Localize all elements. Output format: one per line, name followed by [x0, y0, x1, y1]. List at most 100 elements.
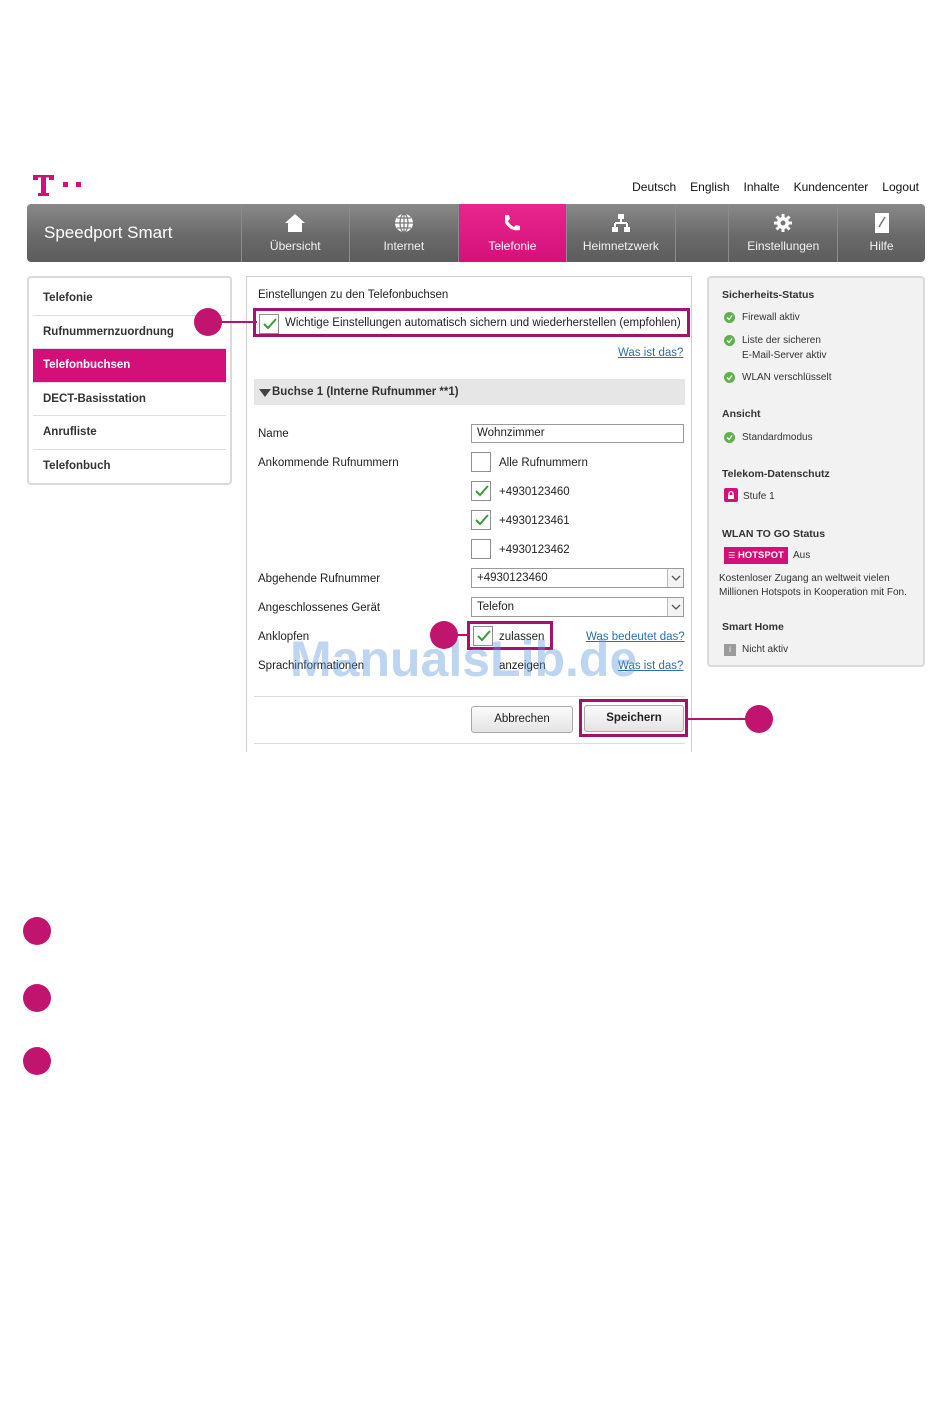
- mailserver-status-line1: Liste der sicheren: [742, 335, 821, 346]
- section-title: Buchse 1 (Interne Rufnummer **1): [272, 386, 459, 398]
- chevron-down-icon: [667, 598, 683, 616]
- link-inhalte[interactable]: Inhalte: [744, 180, 780, 194]
- voice-info-help-link[interactable]: Was ist das?: [618, 660, 683, 672]
- sidebar-item-dect-basisstation[interactable]: DECT-Basisstation: [33, 383, 226, 416]
- checkmark-icon: [477, 630, 491, 642]
- link-logout[interactable]: Logout: [882, 180, 919, 194]
- nav-label: Internet: [383, 239, 425, 253]
- privacy-heading: Telekom-Datenschutz: [722, 468, 830, 480]
- call-waiting-checkbox[interactable]: [473, 626, 493, 646]
- device-label: Angeschlossenes Gerät: [258, 602, 381, 614]
- call-waiting-option: zulassen: [499, 631, 545, 643]
- help-book-icon: [874, 213, 889, 233]
- hotspot-description-line1: Kostenloser Zugang an weltweit vielen: [719, 573, 890, 584]
- settings-panel: Einstellungen zu den Telefonbuchsen Wich…: [246, 276, 692, 752]
- link-kundencenter[interactable]: Kundencenter: [794, 180, 869, 194]
- callout-bullet-3: [745, 705, 773, 733]
- legend-bullet-3: [23, 1047, 51, 1075]
- callout-bullet-1: [194, 308, 222, 336]
- view-mode[interactable]: Standardmodus: [742, 430, 813, 445]
- incoming-number-2-checkbox[interactable]: [471, 510, 491, 530]
- call-waiting-help-link[interactable]: Was bedeutet das?: [586, 631, 685, 643]
- incoming-option-label: +4930123461: [499, 515, 570, 527]
- name-label: Name: [258, 428, 289, 440]
- gear-icon: [774, 214, 793, 232]
- nav-hilfe[interactable]: Hilfe: [838, 204, 925, 262]
- privacy-level[interactable]: Stufe 1: [743, 489, 775, 504]
- link-deutsch[interactable]: Deutsch: [632, 180, 676, 194]
- smart-home-state: Nicht aktiv: [742, 644, 789, 655]
- divider: [254, 696, 685, 697]
- telekom-logo: [33, 175, 81, 196]
- nav-label: Hilfe: [869, 239, 894, 253]
- outgoing-label: Abgehende Rufnummer: [258, 573, 381, 585]
- select-value: +4930123460: [477, 572, 548, 584]
- nav-spacer: [676, 204, 730, 262]
- checkmark-icon: [263, 318, 277, 330]
- wifi-icon: ☰: [728, 551, 736, 560]
- voice-info-option: anzeigen: [499, 660, 546, 672]
- nav-internet[interactable]: Internet: [350, 204, 459, 262]
- device-select[interactable]: Telefon: [471, 597, 684, 617]
- privacy-lock-icon: [724, 488, 738, 502]
- callout-line: [687, 718, 747, 720]
- incoming-number-3-checkbox[interactable]: [471, 539, 491, 559]
- smart-home-icon: i: [724, 644, 736, 656]
- callout-bullet-2: [430, 621, 458, 649]
- incoming-number-1-checkbox[interactable]: [471, 481, 491, 501]
- top-links: Deutsch English Inhalte Kundencenter Log…: [632, 180, 919, 194]
- phone-icon: [505, 215, 521, 231]
- nav-label: Telefonie: [488, 239, 537, 253]
- main-navigation: Speedport Smart Übersicht Internet Telef…: [27, 204, 925, 262]
- smart-home-heading: Smart Home: [722, 621, 784, 633]
- nav-label: Heimnetzwerk: [582, 239, 659, 253]
- divider: [254, 743, 685, 744]
- nav-einstellungen[interactable]: Einstellungen: [729, 204, 839, 262]
- sidebar-item-telefonbuchsen[interactable]: Telefonbuchsen: [33, 349, 226, 383]
- home-icon: [285, 214, 306, 232]
- status-ok-icon: [724, 335, 735, 346]
- sidebar-menu: Telefonie Rufnummernzuordnung Telefonbuc…: [27, 276, 232, 485]
- status-ok-icon: [724, 432, 735, 443]
- outgoing-number-select[interactable]: +4930123460: [471, 568, 684, 588]
- security-status-heading: Sicherheits-Status: [722, 289, 815, 301]
- save-button[interactable]: Speichern: [584, 705, 684, 732]
- nav-label: Einstellungen: [747, 239, 820, 253]
- sidebar-item-anrufliste[interactable]: Anrufliste: [33, 416, 226, 450]
- incoming-all-checkbox[interactable]: [471, 452, 491, 472]
- call-waiting-label: Anklopfen: [258, 631, 310, 643]
- status-ok-icon: [724, 372, 735, 383]
- section-header-buchse-1[interactable]: Buchse 1 (Interne Rufnummer **1): [254, 379, 685, 405]
- help-link[interactable]: Was ist das?: [618, 347, 683, 359]
- collapse-triangle-icon: [259, 389, 271, 397]
- incoming-label: Ankommende Rufnummern: [258, 457, 399, 469]
- auto-save-label: Wichtige Einstellungen automatisch siche…: [285, 317, 681, 329]
- legend-bullet-1: [23, 917, 51, 945]
- cancel-button[interactable]: Abbrechen: [471, 706, 573, 733]
- sidebar-item-telefonie[interactable]: Telefonie: [33, 282, 226, 316]
- name-input[interactable]: Wohnzimmer: [471, 424, 684, 443]
- hotspot-badge-label: HOTSPOT: [737, 550, 784, 561]
- status-ok-icon: [724, 312, 735, 323]
- voice-info-label: Sprachinformationen: [258, 660, 365, 672]
- nav-heimnetzwerk[interactable]: Heimnetzwerk: [567, 204, 676, 262]
- legend-bullet-2: [23, 984, 51, 1012]
- mailserver-status-line2: E-Mail-Server aktiv: [742, 350, 827, 361]
- hotspot-description-line2: Millionen Hotspots in Kooperation mit Fo…: [719, 587, 907, 598]
- checkmark-icon: [475, 485, 489, 497]
- link-english[interactable]: English: [690, 180, 729, 194]
- globe-icon: [394, 213, 413, 233]
- nav-label: Übersicht: [269, 239, 321, 253]
- hotspot-badge: ☰ HOTSPOT: [724, 547, 788, 564]
- chevron-down-icon: [667, 569, 683, 587]
- wlan-to-go-heading: WLAN TO GO Status: [722, 528, 826, 540]
- brand-title: Speedport Smart: [27, 204, 242, 262]
- nav-telefonie[interactable]: Telefonie: [458, 204, 568, 262]
- incoming-option-label: Alle Rufnummern: [499, 457, 588, 469]
- firewall-status: Firewall aktiv: [742, 312, 800, 323]
- incoming-option-label: +4930123462: [499, 544, 570, 556]
- auto-save-checkbox[interactable]: [259, 314, 279, 334]
- sidebar-item-telefonbuch[interactable]: Telefonbuch: [33, 450, 226, 484]
- nav-ubersicht[interactable]: Übersicht: [242, 204, 351, 262]
- select-value: Telefon: [477, 601, 515, 613]
